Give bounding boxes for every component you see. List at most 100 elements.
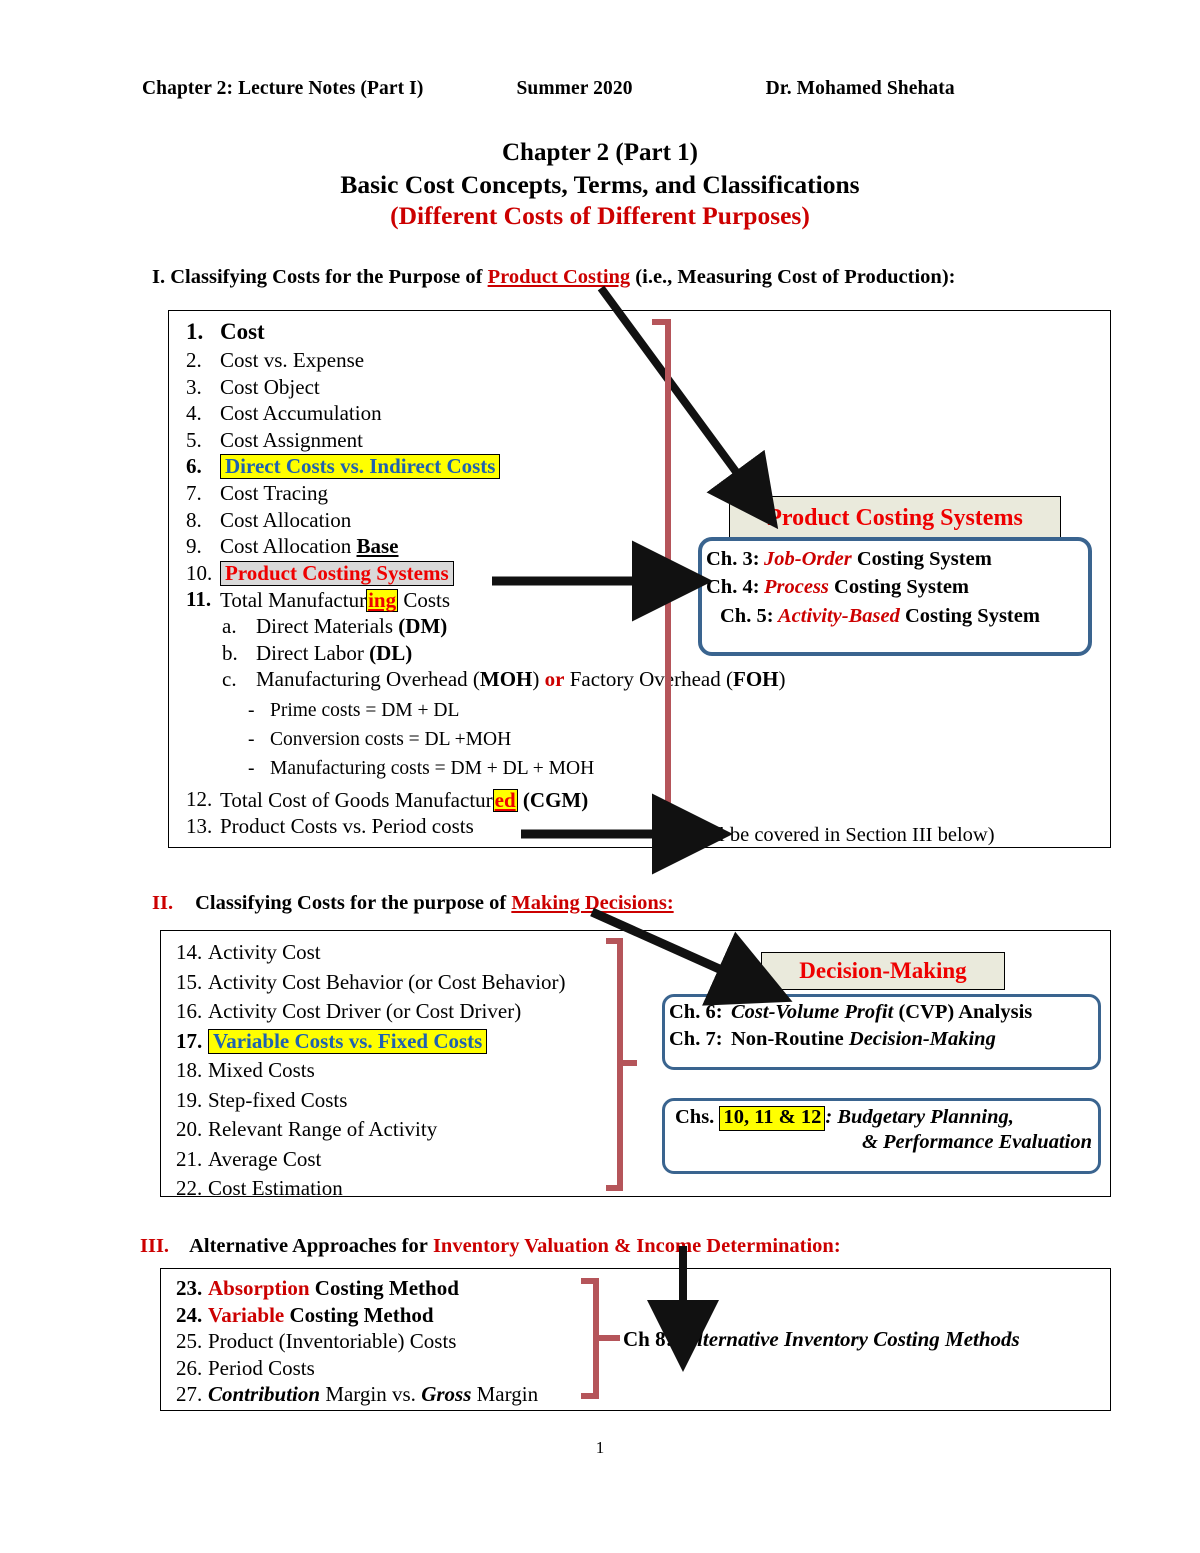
product-costing-systems-callout-box: Ch. 3: Job-Order Costing System Ch. 4: Pro… <box>698 537 1092 656</box>
chapter-8-emphasis: Alternative Inventory Costing Methods <box>683 1327 1020 1351</box>
chapters-suffix: : Budgetary Planning, <box>825 1106 1014 1128</box>
list-item: 5. Cost Assignment <box>186 427 786 457</box>
list-item: - Manufacturing costs = DM + DL + MOH <box>248 759 786 789</box>
header-term-text: Summer 2020 <box>516 78 633 99</box>
chapter-pre: Non-Routine <box>731 1028 844 1051</box>
item-text-tail: Margin <box>471 1382 539 1406</box>
list-item: 7. Cost Tracing <box>186 480 786 510</box>
item-number: 6. <box>186 454 202 479</box>
callout-row: Ch. 4: Process Costing System <box>706 573 1088 601</box>
list-item: 23. Absorption Costing Method <box>176 1278 538 1305</box>
list-item-highlighted: 10. Product Costing Systems <box>186 560 786 590</box>
item-text: Mixed Costs <box>208 1058 315 1082</box>
section-1-heading-post: (i.e., Measuring Cost of Production): <box>635 266 956 288</box>
chapter-emphasis: Decision-Making <box>848 1028 996 1051</box>
list-item: 18. Mixed Costs <box>176 1060 566 1090</box>
section-2-number: II. <box>152 892 174 914</box>
item-number: 20. <box>176 1117 203 1141</box>
list-item: - Prime costs = DM + DL <box>248 701 786 730</box>
list-item: - Conversion costs = DL +MOH <box>248 730 786 759</box>
list-item: 15. Activity Cost Behavior (or Cost Behav… <box>176 969 566 1002</box>
item-text: Period Costs <box>208 1355 315 1380</box>
section-3-number: III. <box>140 1235 170 1257</box>
item-bullet: - <box>248 758 255 780</box>
item-number: 22. <box>176 1176 203 1200</box>
callout-row: Ch. 3: Job-Order Costing System <box>706 545 1088 573</box>
document-running-header: Chapter 2: Lecture Notes (Part I) Summer… <box>142 78 1062 100</box>
manufactured-suffix-highlight: ed <box>492 788 518 813</box>
item-text-prefix: Total Manufactur <box>220 588 367 613</box>
item-rest: Costing Method <box>289 1302 434 1327</box>
callout-row: Ch. 5: Activity-Based Costing System <box>706 602 1088 630</box>
item-number: 17. <box>176 1028 203 1053</box>
product-costing-systems-callout-title: Product Costing Systems <box>729 496 1061 540</box>
title-line-3: (Different Costs of Different Purposes) <box>390 200 810 230</box>
item-text-p4: ) <box>778 667 786 692</box>
section-3-forward-reference-note: (will be covered in Section III below) <box>686 824 995 846</box>
item-number: 25. <box>176 1329 203 1353</box>
item-text: Conversion costs = DL +MOH <box>270 729 512 751</box>
chapter-rest: Costing System <box>834 576 969 599</box>
item-text: Product Costs vs. Period costs <box>220 813 474 838</box>
item-number: 27. <box>176 1382 203 1406</box>
item-text-plain: Cost Allocation <box>220 534 357 559</box>
item-text: Cost Object <box>220 374 320 399</box>
section-3-heading-pre: Alternative Approaches for <box>189 1235 428 1257</box>
title-line-1: Chapter 2 (Part 1) <box>501 139 699 166</box>
item-text-p2: ) <box>532 667 545 692</box>
decision-making-callout-title: Decision-Making <box>761 952 1005 990</box>
item-number: 8. <box>186 507 202 532</box>
list-item: 21. Average Cost <box>176 1146 566 1179</box>
list-item: 1. Cost <box>186 320 786 350</box>
direct-vs-indirect-costs-highlight: Direct Costs vs. Indirect Costs <box>220 454 501 480</box>
item-number: 11. <box>186 587 212 612</box>
document-page: Chapter 2: Lecture Notes (Part I) Summer… <box>0 0 1200 1553</box>
item-text: Cost Estimation <box>208 1176 343 1200</box>
chapter-emphasis: Activity-Based <box>778 604 900 627</box>
item-text-p3: Factory Overhead ( <box>564 667 733 692</box>
item-rest: Costing Method <box>314 1276 459 1300</box>
list-item: 16. Activity Cost Driver (or Cost Driver) <box>176 1001 566 1031</box>
item-number: 21. <box>176 1146 203 1171</box>
list-item: c. Manufacturing Overhead (MOH) or Factor… <box>222 669 786 701</box>
item-text-p1: Manufacturing Overhead ( <box>256 667 480 692</box>
moh-abbrev: MOH <box>479 667 533 692</box>
item-text: Average Cost <box>208 1146 322 1171</box>
item-text: Product (Inventoriable) Costs <box>208 1329 457 1353</box>
item-text: Activity Cost Behavior (or Cost Behavior… <box>208 969 566 994</box>
item-number: 14. <box>176 940 203 964</box>
chapter-emphasis: Job-Order <box>764 548 852 570</box>
item-number: 15. <box>176 969 203 994</box>
callout-row: Ch. 6: Cost-Volume Profit (CVP) Analysis <box>669 999 1098 1026</box>
item-text: Cost Assignment <box>220 427 363 452</box>
item-text: Manufacturing Overhead (MOH) or Factory … <box>256 669 786 690</box>
item-text: Cost Tracing <box>220 480 328 505</box>
list-item: 4. Cost Accumulation <box>186 403 786 430</box>
item-number: 5. <box>186 427 202 452</box>
item-number: a. <box>222 613 237 638</box>
list-item: 20. Relevant Range of Activity <box>176 1119 566 1149</box>
list-item: 24. Variable Costing Method <box>176 1302 538 1332</box>
item-text: Prime costs = DM + DL <box>270 700 460 722</box>
chapter-rest: Costing System <box>856 548 992 570</box>
item-emphasis-2: Gross <box>421 1382 472 1406</box>
chapter-label: Ch. 3: <box>706 548 760 570</box>
item-number: 4. <box>186 401 202 426</box>
budgetary-planning-callout-box: Chs. 10, 11 & 12: Budgetary Planning, & … <box>662 1098 1101 1174</box>
chapter-emphasis: Cost-Volume Profit <box>731 1001 894 1023</box>
section-3-heading-emphasis: Inventory Valuation & Income Determinati… <box>432 1235 841 1257</box>
item-text-mid: Margin vs. <box>320 1382 422 1406</box>
item-text-plain: Direct Materials <box>256 613 399 638</box>
list-item: 3. Cost Object <box>186 374 786 404</box>
item-text: Cost Accumulation <box>220 401 382 426</box>
item-bullet: - <box>248 729 255 751</box>
item-text: Direct Materials (DM) <box>256 613 447 638</box>
item-number: 3. <box>186 374 202 399</box>
item-text-suffix: Costs <box>398 588 451 613</box>
variable-vs-fixed-costs-highlight: Variable Costs vs. Fixed Costs <box>208 1028 488 1054</box>
item-number: 26. <box>176 1355 203 1380</box>
item-number: c. <box>222 667 237 692</box>
chapter-label: Ch. 7: <box>669 1028 723 1051</box>
product-costing-systems-chip: Product Costing Systems <box>220 560 454 586</box>
section-3-heading: III. Alternative Approaches for Inventory… <box>140 1235 841 1258</box>
